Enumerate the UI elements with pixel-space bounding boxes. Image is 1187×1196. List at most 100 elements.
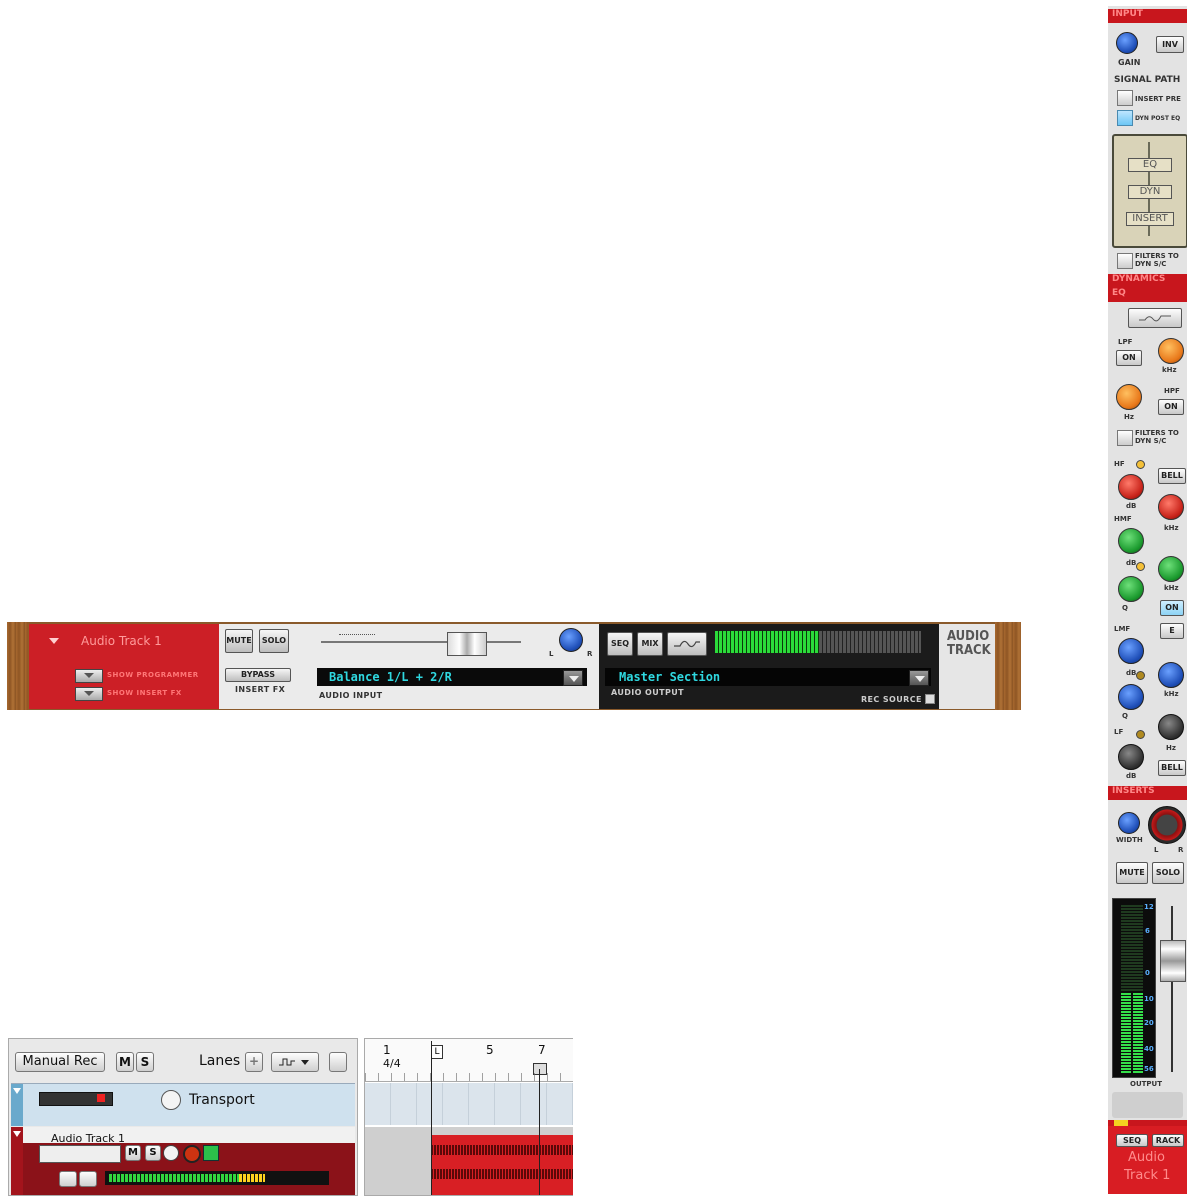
- hmf-gain-knob[interactable]: [1118, 528, 1144, 554]
- channel-solo-button[interactable]: SOLO: [1152, 862, 1184, 884]
- hpf-on-button[interactable]: ON: [1158, 399, 1184, 415]
- note-lane-icon: [279, 1058, 309, 1066]
- filters-to-dyn-sc-checkbox-2[interactable]: [1117, 430, 1133, 446]
- signal-path-display: EQ DYN INSERT: [1112, 134, 1187, 248]
- hmf-frequency-knob[interactable]: [1158, 556, 1184, 582]
- eq-section-header[interactable]: EQ: [1108, 288, 1187, 302]
- dropdown-arrow-icon[interactable]: [79, 1171, 97, 1187]
- e-mode-button[interactable]: E: [1160, 623, 1184, 639]
- width-knob[interactable]: [1118, 812, 1140, 834]
- pan-knob[interactable]: [1148, 806, 1186, 844]
- ruler-bar-7: 7: [538, 1043, 546, 1057]
- hmf-q-knob[interactable]: [1118, 576, 1144, 602]
- filters-to-dyn-sc-label-1: FILTERS TO DYN S/C: [1135, 252, 1179, 268]
- lane-type-dropdown[interactable]: [271, 1052, 319, 1072]
- rec-source-checkbox[interactable]: [925, 694, 935, 704]
- lmf-gain-knob[interactable]: [1118, 638, 1144, 664]
- output-level-meter: 12 6 0 10 20 40 56: [1112, 898, 1156, 1078]
- insert-pre-checkbox[interactable]: [1117, 90, 1133, 106]
- lane-view-button[interactable]: [329, 1052, 347, 1072]
- hf-frequency-knob[interactable]: [1158, 494, 1184, 520]
- lmf-q-knob[interactable]: [1118, 684, 1144, 710]
- show-insert-fx-button[interactable]: [75, 687, 103, 701]
- strip-seq-button[interactable]: SEQ: [1116, 1134, 1148, 1147]
- device-track-name[interactable]: Audio Track 1: [81, 634, 162, 648]
- dynamics-section-header[interactable]: DYNAMICS: [1108, 274, 1187, 288]
- inserts-section-header[interactable]: INSERTS: [1108, 786, 1187, 800]
- path-eq-block: EQ: [1128, 158, 1172, 172]
- show-programmer-button[interactable]: [75, 669, 103, 683]
- record-enable-button[interactable]: [183, 1145, 201, 1163]
- lanes-label: Lanes: [199, 1053, 241, 1069]
- hf-khz-label: kHz: [1164, 524, 1179, 532]
- transport-track-row[interactable]: Transport: [11, 1083, 355, 1126]
- monitor-speaker-icon[interactable]: [203, 1145, 219, 1161]
- invert-phase-button[interactable]: INV: [1156, 36, 1184, 53]
- rack-side-left: [7, 622, 29, 710]
- pan-knob[interactable]: [559, 628, 583, 652]
- gain-knob[interactable]: [1116, 32, 1138, 54]
- audio-track-row[interactable]: Audio Track 1 M S: [11, 1127, 355, 1195]
- audio-track-color: [11, 1127, 23, 1195]
- transport-lane: [365, 1083, 573, 1125]
- channel-fader-handle[interactable]: [1160, 940, 1186, 982]
- track-mute-button[interactable]: M: [125, 1145, 141, 1161]
- level-fader-handle[interactable]: [447, 632, 487, 656]
- add-lane-button[interactable]: +: [245, 1052, 263, 1072]
- strip-rack-button[interactable]: RACK: [1152, 1134, 1184, 1147]
- fold-triangle-icon[interactable]: [13, 1088, 21, 1094]
- fader-scale: [339, 634, 375, 636]
- arrow-down-icon: [84, 691, 94, 696]
- hf-bell-button[interactable]: BELL: [1158, 468, 1186, 484]
- mix-button[interactable]: MIX: [637, 632, 663, 656]
- meter-scale-6: 6: [1145, 927, 1150, 935]
- manual-rec-button[interactable]: Manual Rec: [15, 1052, 105, 1072]
- bypass-button[interactable]: BYPASS: [225, 668, 291, 682]
- track-list: Manual Rec M S Lanes + Transport Audio T…: [8, 1038, 358, 1196]
- hpf-label: HPF: [1164, 387, 1180, 395]
- edit-automation-icon[interactable]: [59, 1171, 77, 1187]
- pan-right-label: R: [1178, 846, 1184, 854]
- eq-curve-icon: [1139, 315, 1171, 322]
- plate-line-1: AUDIO: [947, 629, 990, 644]
- lf-frequency-knob[interactable]: [1158, 714, 1184, 740]
- track-name-line-1[interactable]: Audio: [1128, 1150, 1165, 1165]
- filters-to-dyn-sc-checkbox-1[interactable]: [1117, 253, 1133, 269]
- input-section-header[interactable]: INPUT: [1108, 9, 1187, 23]
- plus-icon: +: [248, 1054, 260, 1068]
- lmf-khz-label: kHz: [1164, 690, 1179, 698]
- track-name-line-2[interactable]: Track 1: [1124, 1168, 1170, 1183]
- mute-button[interactable]: MUTE: [225, 629, 253, 653]
- audio-output-dropdown-arrow-icon[interactable]: [909, 670, 929, 686]
- ruler[interactable]: 1 4/4 L 5 7: [365, 1039, 573, 1082]
- channel-mute-button[interactable]: MUTE: [1116, 862, 1148, 884]
- lmf-frequency-knob[interactable]: [1158, 662, 1184, 688]
- lpf-on-button[interactable]: ON: [1116, 350, 1142, 366]
- audio-output-dropdown[interactable]: Master Section: [605, 668, 931, 686]
- ruler-ticks: [365, 1073, 573, 1081]
- solo-all-button[interactable]: S: [136, 1052, 154, 1072]
- audio-input-dropdown-arrow-icon[interactable]: [563, 670, 583, 686]
- lf-gain-knob[interactable]: [1118, 744, 1144, 770]
- lf-bell-button[interactable]: BELL: [1158, 760, 1186, 776]
- dyn-post-eq-checkbox[interactable]: [1117, 110, 1133, 126]
- track-solo-button[interactable]: S: [145, 1145, 161, 1161]
- audio-input-dropdown[interactable]: Balance 1/L + 2/R: [317, 668, 587, 686]
- fold-triangle-icon[interactable]: [49, 638, 59, 644]
- eq-view-button[interactable]: [667, 632, 707, 656]
- seq-button[interactable]: SEQ: [607, 632, 633, 656]
- lf-hz-label: Hz: [1166, 744, 1176, 752]
- dyn-post-eq-label: DYN POST EQ: [1135, 115, 1181, 122]
- fold-triangle-icon[interactable]: [13, 1131, 21, 1137]
- eq-on-button[interactable]: ON: [1160, 600, 1184, 616]
- audio-clip[interactable]: [431, 1135, 573, 1195]
- show-insert-fx-label: SHOW INSERT FX: [107, 689, 182, 697]
- solo-button[interactable]: SOLO: [259, 629, 289, 653]
- lpf-frequency-knob[interactable]: [1158, 338, 1184, 364]
- hf-gain-knob[interactable]: [1118, 474, 1144, 500]
- loop-left-marker[interactable]: L: [431, 1045, 443, 1059]
- eq-curve-button[interactable]: [1128, 308, 1182, 328]
- hpf-frequency-knob[interactable]: [1116, 384, 1142, 410]
- rack-side-right: [995, 622, 1021, 710]
- mute-all-button[interactable]: M: [116, 1052, 134, 1072]
